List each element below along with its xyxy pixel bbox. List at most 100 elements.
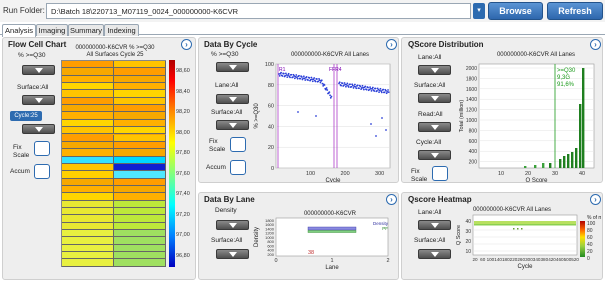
qscore-cycle-label: Cycle:All	[416, 139, 442, 146]
bycycle-point	[362, 88, 365, 91]
bycycle-accum-checkbox[interactable]	[230, 160, 246, 175]
bycycle-point	[323, 84, 326, 86]
bycycle-next-button[interactable]: ›	[386, 39, 397, 50]
tab-summary[interactable]: Summary	[68, 24, 104, 36]
heatmap-surface-label: Surface:All	[414, 237, 446, 244]
qscore-bar	[549, 163, 552, 168]
bylane-surface-label: Surface:All	[211, 237, 243, 244]
flowcell-tile	[114, 222, 166, 231]
bycycle-point	[320, 79, 323, 82]
flowcell-tile	[114, 163, 166, 172]
flowcell-cycle-dropdown[interactable]	[22, 124, 55, 134]
bylane-surface-dropdown[interactable]	[216, 249, 249, 259]
heatmap-surface-dropdown[interactable]	[418, 249, 451, 259]
heatmap-scale-tick: 60	[587, 235, 593, 241]
bycycle-point	[296, 77, 299, 80]
flowcell-tile	[114, 134, 166, 142]
heatmap-next-button[interactable]: ›	[590, 194, 601, 205]
flowcell-surface-dropdown[interactable]	[22, 95, 55, 105]
bylane-next-button[interactable]: ›	[386, 194, 397, 205]
qscore-ytick: 400	[469, 149, 478, 155]
qscore-read-dropdown[interactable]	[418, 122, 451, 132]
bycycle-point	[308, 77, 311, 79]
tab-indexing[interactable]: Indexing	[104, 24, 139, 36]
qscore-ytick: 1200	[466, 108, 477, 114]
bycycle-point	[341, 82, 344, 85]
qscore-bar	[575, 148, 578, 168]
flowcell-color-scale	[169, 60, 175, 267]
bylane-title: Data By Lane	[204, 195, 255, 204]
bycycle-point	[346, 82, 349, 85]
qscore-annotation: 9,3G	[557, 75, 570, 81]
flowcell-fixscale-checkbox[interactable]	[34, 141, 50, 156]
bycycle-point	[302, 75, 305, 78]
bycycle-point	[340, 84, 342, 87]
bycycle-lane-dropdown[interactable]	[216, 94, 249, 104]
flowcell-tile	[62, 83, 114, 91]
qscore-bar	[567, 154, 570, 168]
heatmap-lane-dropdown[interactable]	[418, 220, 451, 230]
qscore-surface-dropdown[interactable]	[418, 93, 451, 103]
tab-analysis[interactable]: Analysis	[2, 24, 36, 37]
heatmap-ytick: 20	[465, 239, 471, 245]
qscore-bar	[559, 159, 562, 168]
flowcell-tile	[62, 61, 114, 69]
bycycle-point	[325, 87, 328, 89]
bylane-metric-dropdown[interactable]	[216, 220, 249, 230]
bycycle-point	[355, 87, 358, 90]
bycycle-point	[350, 85, 353, 88]
bycycle-point	[300, 76, 303, 78]
heatmap-scale-tick: 100	[587, 221, 596, 227]
qscore-bar	[579, 104, 582, 168]
qscore-bar	[582, 68, 585, 168]
flowcell-tile	[114, 112, 166, 120]
run-folder-dropdown-button[interactable]: ▾	[473, 3, 485, 19]
chevron-right-icon: ›	[594, 195, 597, 204]
bycycle-point	[385, 89, 387, 92]
bycycle-point	[378, 91, 380, 94]
chevron-right-icon: ›	[594, 40, 597, 49]
flowcell-scale-tick: 97,20	[176, 211, 190, 218]
flowcell-metric-label: % >=Q30	[18, 52, 46, 59]
heatmap-cell	[513, 228, 515, 230]
browse-button[interactable]: Browse	[488, 2, 543, 20]
flowcell-tile	[114, 127, 166, 135]
bycycle-point	[295, 74, 298, 76]
qscore-fixscale-checkbox[interactable]	[432, 166, 448, 181]
heatmap-band	[474, 221, 576, 224]
bycycle-metric-dropdown[interactable]	[216, 62, 249, 72]
flowcell-tile	[62, 68, 114, 76]
flowcell-tile	[62, 163, 114, 172]
flowcell-tile	[62, 208, 114, 216]
qscore-ytick: 200	[469, 160, 478, 166]
bycycle-outlier-point	[297, 111, 299, 113]
qscore-next-button[interactable]: ›	[590, 39, 601, 50]
bycycle-surface-dropdown[interactable]	[216, 120, 249, 130]
refresh-button[interactable]: Refresh	[547, 2, 603, 20]
bycycle-point	[379, 87, 382, 90]
bycycle-plot-area	[275, 63, 391, 169]
bycycle-ytick: 100	[265, 62, 274, 68]
flowcell-next-button[interactable]: ›	[181, 39, 192, 50]
flowcell-accum-label: Accum	[10, 168, 30, 175]
run-folder-field[interactable]: D:\Batch 18\220713_M07119_0024_000000000…	[46, 3, 471, 19]
flowcell-tile	[114, 252, 166, 260]
heatmap-ytick: 10	[465, 249, 471, 255]
flowcell-accum-checkbox[interactable]	[34, 164, 50, 179]
bycycle-fixscale-checkbox[interactable]	[230, 137, 246, 152]
flowcell-tile	[114, 61, 166, 69]
flowcell-tile	[62, 156, 114, 164]
bycycle-point	[352, 87, 355, 89]
qscore-cycle-dropdown[interactable]	[418, 150, 451, 160]
qscore-lane-dropdown[interactable]	[418, 65, 451, 75]
qscore-ytick: 1400	[466, 97, 477, 103]
flowcell-chart-subtitle: All Surfaces Cycle 25	[86, 52, 144, 58]
flowcell-cycle-select[interactable]: Cycle:25	[10, 111, 42, 121]
flowcell-tile	[62, 112, 114, 120]
bycycle-point	[345, 85, 347, 88]
flowcell-tile	[114, 178, 166, 186]
tab-imaging[interactable]: Imaging	[36, 24, 68, 36]
bycycle-point	[365, 88, 368, 91]
flowcell-tile	[62, 215, 114, 223]
flowcell-metric-dropdown[interactable]	[22, 65, 55, 75]
